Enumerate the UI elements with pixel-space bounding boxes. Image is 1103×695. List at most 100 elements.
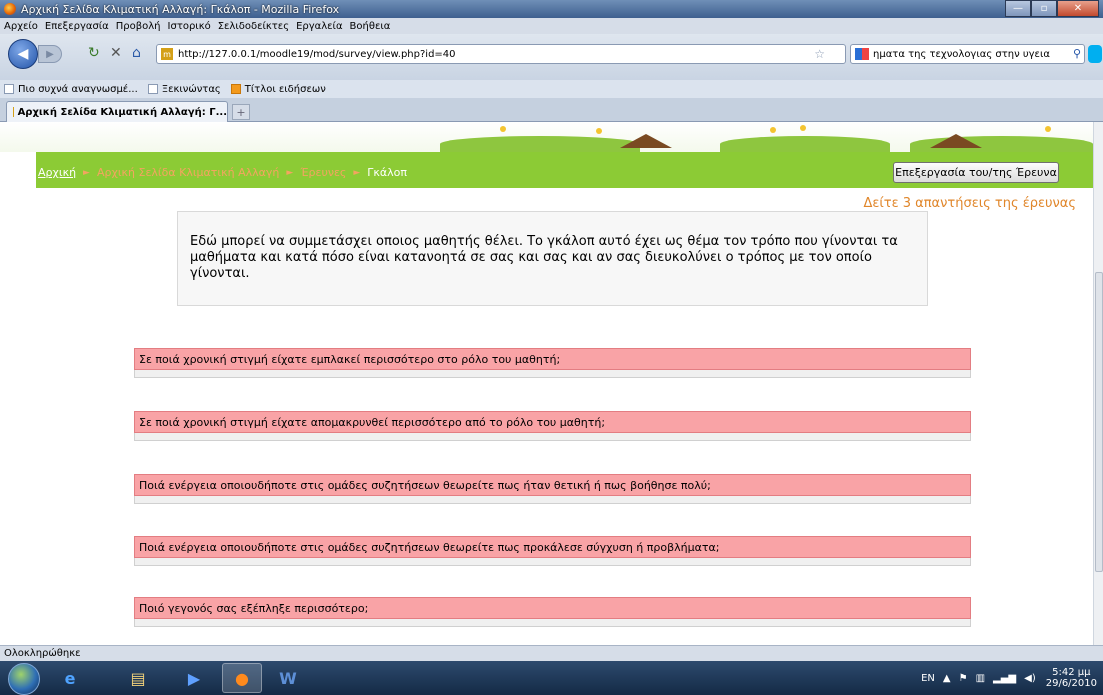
breadcrumb-course-link[interactable]: Αρχική Σελίδα Κλιματική Αλλαγή [97, 166, 279, 179]
search-icon[interactable]: ⚲ [1073, 47, 1081, 60]
back-arrow-icon[interactable]: ◀ [8, 39, 38, 69]
system-tray: EN ▲ ⚑ ▥ ▂▄▆ ◀) 5:42 μμ 29/6/2010 [913, 667, 1097, 689]
bookmark-label: Ξεκινώντας [161, 83, 221, 95]
tray-expand-icon[interactable]: ▲ [943, 673, 951, 684]
forward-arrow-icon[interactable]: ▶ [38, 45, 62, 63]
question-block: Ποιά ενέργεια οποιουδήποτε στις ομάδες σ… [134, 536, 971, 566]
banner-hill [440, 136, 640, 152]
question-header: Ποιά ενέργεια οποιουδήποτε στις ομάδες σ… [134, 474, 971, 496]
breadcrumb-surveys-link[interactable]: Έρευνες [300, 166, 346, 179]
clock-time: 5:42 μμ [1052, 667, 1091, 678]
question-block: Σε ποιά χρονική στιγμή είχατε εμπλακεί π… [134, 348, 971, 378]
breadcrumb-separator-icon: ► [286, 167, 294, 178]
page-icon [147, 84, 158, 94]
navigation-toolbar: ◀ ▶ ↻ ✕ ⌂ m http://127.0.0.1/moodle19/mo… [0, 34, 1103, 80]
question-answer-area[interactable] [134, 496, 971, 504]
rss-icon [230, 84, 241, 94]
bookmarks-toolbar: Πιο συχνά αναγνωσμέ... Ξεκινώντας Τίτλοι… [0, 80, 1103, 98]
question-header: Ποιά ενέργεια οποιουδήποτε στις ομάδες σ… [134, 536, 971, 558]
breadcrumb-current: Γκάλοπ [367, 166, 408, 179]
window-titlebar: Αρχική Σελίδα Κλιματική Αλλαγή: Γκάλοπ -… [0, 0, 1103, 18]
window-title: Αρχική Σελίδα Κλιματική Αλλαγή: Γκάλοπ -… [21, 2, 340, 16]
banner-flower [800, 125, 806, 131]
clock[interactable]: 5:42 μμ 29/6/2010 [1046, 667, 1097, 689]
menu-bar: Αρχείο Επεξεργασία Προβολή Ιστορικό Σελι… [0, 18, 1103, 34]
menu-file[interactable]: Αρχείο [4, 21, 38, 32]
home-icon[interactable]: ⌂ [132, 45, 141, 61]
question-header: Σε ποιά χρονική στιγμή είχατε απομακρυνθ… [134, 411, 971, 433]
close-button[interactable]: ✕ [1057, 0, 1099, 17]
survey-intro-text: Εδώ μπορεί να συμμετάσχει οποιος μαθητής… [190, 234, 898, 281]
maximize-button[interactable]: ▫ [1031, 0, 1057, 17]
edit-survey-button[interactable]: Επεξεργασία του/της Έρευνα [893, 162, 1059, 183]
bookmark-label: Πιο συχνά αναγνωσμέ... [18, 83, 138, 95]
banner-flower [500, 126, 506, 132]
banner-tree [620, 134, 672, 148]
question-answer-area[interactable] [134, 558, 971, 566]
moodle-favicon-icon [13, 107, 14, 117]
page-icon [4, 84, 14, 94]
word-icon[interactable]: W [268, 663, 308, 693]
menu-tools[interactable]: Εργαλεία [296, 21, 342, 32]
header-banner [0, 122, 1093, 152]
media-player-icon[interactable]: ▶ [174, 663, 214, 693]
question-header: Σε ποιά χρονική στιγμή είχατε εμπλακεί π… [134, 348, 971, 370]
minimize-button[interactable]: — [1005, 0, 1031, 17]
bookmark-getting-started[interactable]: Ξεκινώντας [147, 83, 221, 95]
bookmark-headlines[interactable]: Τίτλοι ειδήσεων [230, 83, 326, 95]
menu-view[interactable]: Προβολή [116, 21, 161, 32]
url-bar[interactable]: m http://127.0.0.1/moodle19/mod/survey/v… [156, 44, 846, 64]
view-responses-link[interactable]: Δείτε 3 απαντήσεις της έρευνας [863, 196, 1076, 211]
menu-history[interactable]: Ιστορικό [168, 21, 211, 32]
action-center-icon[interactable]: ⚑ [959, 673, 968, 684]
tab-label: Αρχική Σελίδα Κλιματική Αλλαγή: Γ... [17, 106, 227, 118]
file-explorer-icon[interactable]: ▤ [118, 663, 158, 693]
banner-tree [930, 134, 982, 148]
firefox-icon [4, 3, 16, 15]
breadcrumb-home-link[interactable]: Αρχική [38, 166, 76, 179]
question-block: Ποιό γεγονός σας εξέπληξε περισσότερο; [134, 597, 971, 627]
tab-current[interactable]: Αρχική Σελίδα Κλιματική Αλλαγή: Γ... [6, 101, 228, 122]
stop-icon[interactable]: ✕ [110, 45, 122, 61]
internet-explorer-icon[interactable]: e [50, 663, 90, 693]
menu-edit[interactable]: Επεξεργασία [45, 21, 109, 32]
question-block: Ποιά ενέργεια οποιουδήποτε στις ομάδες σ… [134, 474, 971, 504]
vertical-scrollbar[interactable] [1093, 122, 1103, 645]
breadcrumb-separator-icon: ► [83, 167, 90, 178]
menu-help[interactable]: Βοήθεια [350, 21, 391, 32]
question-answer-area[interactable] [134, 370, 971, 378]
network-icon[interactable]: ▥ [976, 673, 985, 684]
signal-icon[interactable]: ▂▄▆ [993, 673, 1016, 684]
volume-icon[interactable]: ◀) [1024, 673, 1036, 684]
question-answer-area[interactable] [134, 619, 971, 627]
search-engine-icon[interactable] [855, 48, 869, 60]
tab-strip: Αρχική Σελίδα Κλιματική Αλλαγή: Γ... + [0, 98, 1103, 122]
question-header: Ποιό γεγονός σας εξέπληξε περισσότερο; [134, 597, 971, 619]
reload-icon[interactable]: ↻ [88, 45, 100, 61]
bookmark-label: Τίτλοι ειδήσεων [244, 83, 326, 95]
page-content: Αρχική ► Αρχική Σελίδα Κλιματική Αλλαγή … [0, 122, 1093, 645]
banner-flower [596, 128, 602, 134]
status-bar: Ολοκληρώθηκε [0, 645, 1103, 661]
question-answer-area[interactable] [134, 433, 971, 441]
search-input[interactable]: ηματα της τεχνολογιας στην υγεια ⚲ [850, 44, 1085, 64]
bookmark-most-visited[interactable]: Πιο συχνά αναγνωσμέ... [4, 84, 138, 95]
new-tab-button[interactable]: + [232, 104, 250, 120]
clock-date: 29/6/2010 [1045, 678, 1097, 689]
breadcrumb: Αρχική ► Αρχική Σελίδα Κλιματική Αλλαγή … [38, 166, 407, 179]
status-text: Ολοκληρώθηκε [4, 648, 81, 659]
url-text: http://127.0.0.1/moodle19/mod/survey/vie… [178, 48, 456, 60]
skype-icon[interactable] [1088, 45, 1102, 63]
language-indicator[interactable]: EN [921, 673, 935, 684]
menu-bookmarks[interactable]: Σελιδοδείκτες [218, 21, 289, 32]
start-button[interactable] [8, 663, 40, 695]
bookmark-star-icon[interactable]: ☆ [814, 47, 825, 61]
firefox-taskbar-icon[interactable]: ● [222, 663, 262, 693]
scrollbar-thumb[interactable] [1095, 272, 1103, 572]
question-block: Σε ποιά χρονική στιγμή είχατε απομακρυνθ… [134, 411, 971, 441]
windows-taskbar: e ▤ ▶ ● W EN ▲ ⚑ ▥ ▂▄▆ ◀) 5:42 μμ 29/6/2… [0, 661, 1103, 695]
banner-hill [720, 136, 890, 152]
survey-intro-box: Εδώ μπορεί να συμμετάσχει οποιος μαθητής… [177, 211, 928, 306]
breadcrumb-separator-icon: ► [353, 167, 361, 178]
search-text: ηματα της τεχνολογιας στην υγεια [873, 48, 1050, 60]
